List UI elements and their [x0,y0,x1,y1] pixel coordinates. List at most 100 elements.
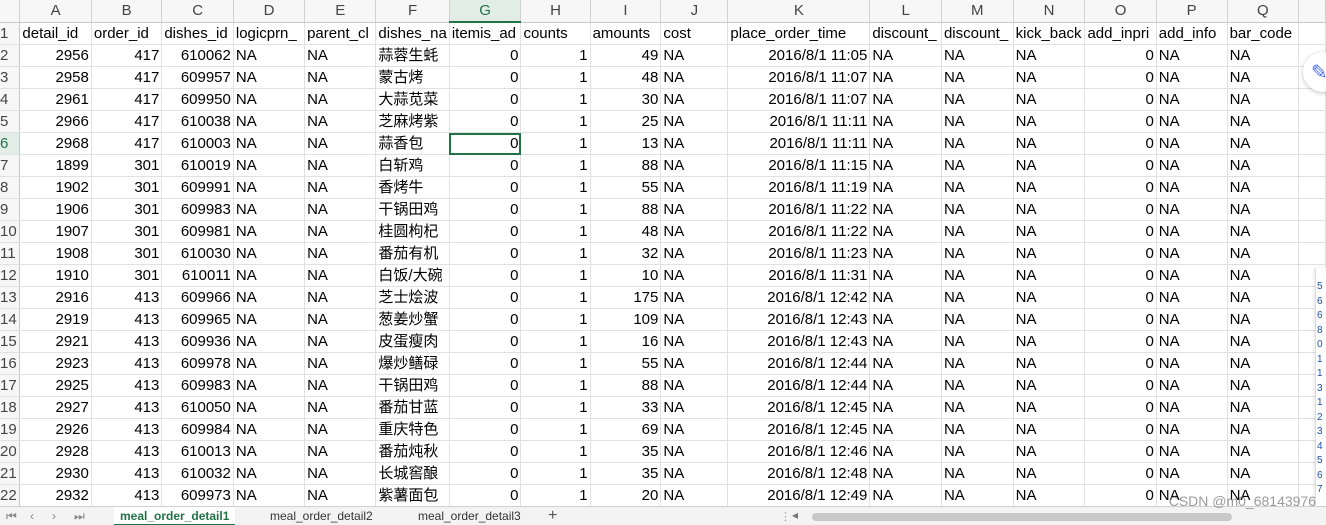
cell[interactable]: 33 [590,396,662,419]
scroll-left-icon[interactable]: ◂ [792,508,798,522]
cell[interactable]: 48 [590,220,662,243]
cell[interactable]: NA [1227,110,1300,133]
cell[interactable]: 2921 [19,330,92,353]
cell[interactable]: 413 [91,396,163,419]
cell[interactable]: 0 [449,330,522,353]
cell[interactable]: NA [1013,484,1086,506]
cell[interactable]: NA [1013,330,1086,353]
cell[interactable]: 0 [449,154,522,177]
cell[interactable]: NA [1227,242,1300,265]
cell[interactable]: NA [304,132,377,155]
cell[interactable]: 610030 [161,242,234,265]
cell[interactable]: 2016/8/1 11:19 [727,176,871,199]
column-header-j[interactable]: J [660,0,729,23]
row-number[interactable]: 17 [0,374,21,397]
cell[interactable]: 609983 [161,374,234,397]
cell[interactable]: NA [1156,88,1228,111]
cell[interactable]: 413 [91,374,163,397]
cell[interactable]: 1 [520,374,591,397]
cell[interactable]: 2925 [19,374,92,397]
cell[interactable]: NA [1227,374,1300,397]
cell[interactable] [1298,198,1326,221]
cell[interactable]: NA [1013,110,1086,133]
cell[interactable]: 1 [520,286,591,309]
last-sheet-icon[interactable]: ⏭ [74,509,85,524]
cell[interactable]: NA [1013,176,1086,199]
row-number[interactable]: 21 [0,462,21,485]
cell[interactable]: 桂圆枸杞 [375,220,450,243]
cell[interactable]: 175 [590,286,662,309]
cell[interactable]: NA [1013,264,1086,287]
cell[interactable]: 301 [91,154,163,177]
cell[interactable]: NA [660,88,729,111]
cell[interactable]: 609966 [161,286,234,309]
cell[interactable]: NA [233,242,306,265]
cell[interactable]: NA [869,484,942,506]
cell[interactable]: 2016/8/1 12:49 [727,484,871,506]
cell[interactable]: 413 [91,330,163,353]
cell[interactable]: 1 [520,330,591,353]
cell[interactable]: NA [233,374,306,397]
cell[interactable]: NA [1156,44,1228,67]
cell[interactable]: 88 [590,154,662,177]
cell[interactable]: NA [304,396,377,419]
cell[interactable]: 香烤牛 [375,176,450,199]
cell[interactable]: 1906 [19,198,92,221]
first-sheet-icon[interactable]: ⏮ [6,509,17,524]
cell[interactable]: NA [1227,66,1300,89]
cell[interactable]: 0 [449,264,522,287]
cell[interactable]: 0 [1084,132,1157,155]
cell[interactable]: NA [1013,154,1086,177]
cell[interactable]: NA [304,440,377,463]
cell[interactable]: 2932 [19,484,92,506]
cell[interactable]: 609984 [161,418,234,441]
cell[interactable]: 2016/8/1 12:45 [727,396,871,419]
cell[interactable]: 白斩鸡 [375,154,450,177]
cell[interactable]: 2016/8/1 12:43 [727,308,871,331]
cell[interactable]: NA [1156,198,1228,221]
cell[interactable]: NA [941,132,1014,155]
cell[interactable]: NA [233,132,306,155]
cell[interactable]: NA [660,264,729,287]
cell[interactable] [1298,22,1326,45]
cell[interactable]: NA [1013,352,1086,375]
cell[interactable] [1298,132,1326,155]
cell[interactable]: 1908 [19,242,92,265]
cell[interactable]: 干锅田鸡 [375,374,450,397]
field-header-cell[interactable]: bar_code [1227,22,1300,45]
cell[interactable]: NA [941,330,1014,353]
cell[interactable]: NA [304,44,377,67]
row-number[interactable]: 14 [0,308,21,331]
cell[interactable]: NA [233,176,306,199]
cell[interactable]: NA [233,198,306,221]
cell[interactable]: NA [233,264,306,287]
cell[interactable]: 1 [520,154,591,177]
cell[interactable]: 301 [91,198,163,221]
cell[interactable]: 2016/8/1 11:15 [727,154,871,177]
cell[interactable]: 413 [91,440,163,463]
cell[interactable]: 0 [1084,66,1157,89]
cell[interactable]: NA [1156,154,1228,177]
cell[interactable]: NA [1156,330,1228,353]
cell[interactable]: 88 [590,198,662,221]
cell[interactable]: NA [1227,308,1300,331]
cell[interactable]: NA [304,110,377,133]
cell[interactable]: NA [660,440,729,463]
cell[interactable]: 0 [1084,44,1157,67]
cell-table[interactable]: ABCDEFGHIJKLMNOPQ 1 detail_id order_id dish… [0,0,1326,506]
cell[interactable]: NA [304,484,377,506]
cell[interactable]: NA [233,462,306,485]
row-number[interactable]: 16 [0,352,21,375]
cell[interactable]: 109 [590,308,662,331]
cell[interactable]: NA [869,66,942,89]
cell[interactable]: NA [1156,396,1228,419]
cell[interactable]: NA [304,198,377,221]
cell[interactable]: NA [1156,352,1228,375]
cell[interactable]: 610038 [161,110,234,133]
cell[interactable]: 1 [520,176,591,199]
cell[interactable]: NA [1227,264,1300,287]
cell[interactable]: 417 [91,88,163,111]
cell[interactable]: NA [1156,176,1228,199]
cell[interactable]: NA [869,396,942,419]
cell[interactable]: 25 [590,110,662,133]
